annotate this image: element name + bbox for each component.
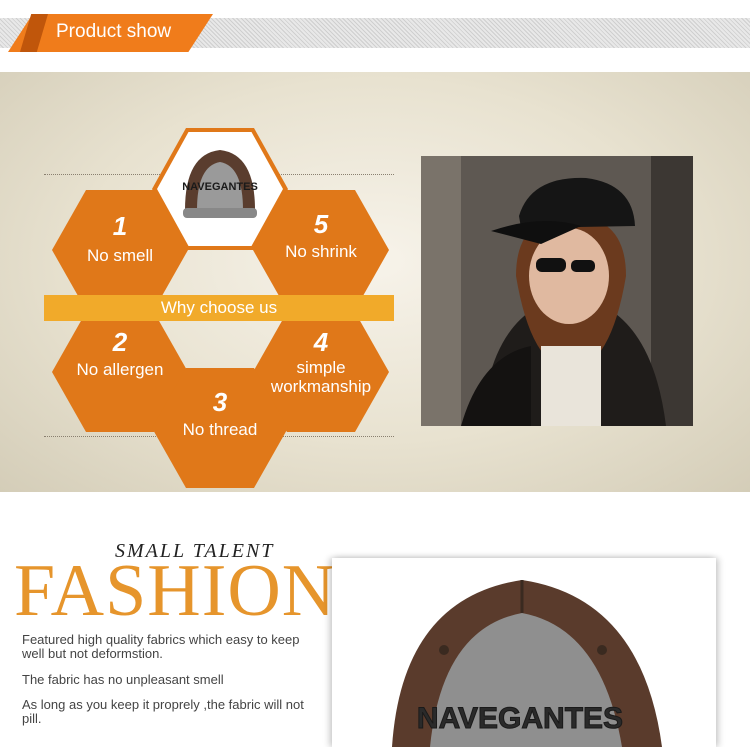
fashion-paragraph-1: Featured high quality fabrics which easy… [22, 632, 300, 661]
feature-label: No thread [182, 420, 258, 439]
fashion-heading: FASHION [14, 550, 337, 632]
cap-logo-text: NAVEGANTES [182, 181, 258, 193]
product-closeup-frame: NAVEGANTES [332, 558, 716, 747]
feature-label: No smell [86, 246, 154, 265]
why-choose-bar: Why choose us [44, 295, 394, 321]
section-title: Product show [56, 21, 172, 42]
feature-label: No allergen [76, 360, 164, 379]
cap-closeup-illustration: NAVEGANTES [392, 580, 662, 747]
cap-closeup-logo-text: NAVEGANTES [417, 702, 623, 735]
model-photo [421, 156, 693, 426]
model-illustration [421, 156, 693, 426]
feature-label-line2: workmanship [270, 377, 372, 396]
fashion-paragraph-3: As long as you keep it proprely ,the fab… [22, 697, 304, 726]
feature-label: No shrink [285, 242, 357, 261]
feature-number: 3 [212, 387, 228, 417]
feature-number: 5 [313, 209, 329, 239]
fashion-paragraph-2: The fabric has no unpleasant smell [22, 672, 224, 687]
feature-number: 1 [112, 211, 128, 241]
feature-label-line1: simple [296, 358, 346, 377]
